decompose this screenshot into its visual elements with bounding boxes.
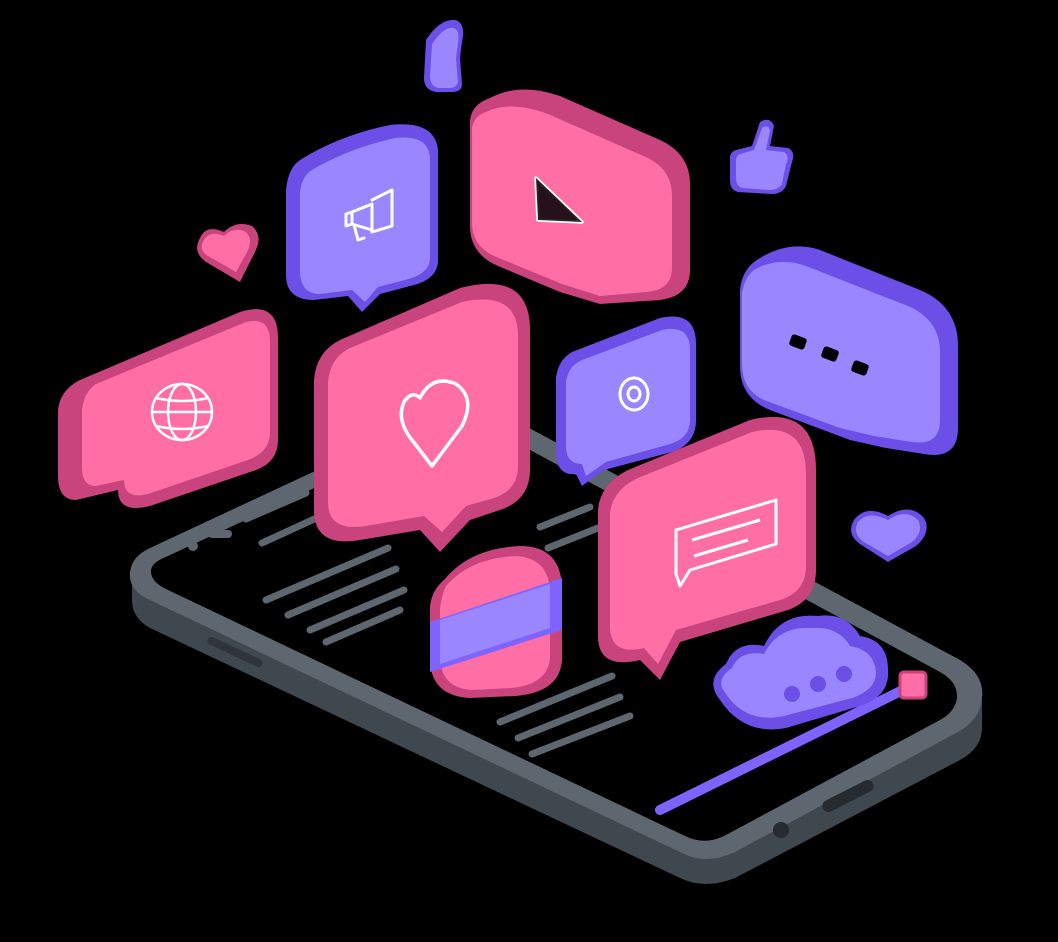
thumbs-up-icon (424, 19, 464, 93)
illustration-scene (0, 0, 1058, 942)
globe-bubble (58, 309, 278, 508)
megaphone-bubble (286, 124, 438, 313)
play-bubble (470, 89, 690, 304)
slider-knob (898, 670, 928, 700)
floating-heart-purple-icon (851, 509, 927, 562)
thumbs-up-small-icon (730, 119, 794, 194)
illustration-canvas (58, 19, 983, 884)
floating-heart-pink-icon (197, 224, 259, 282)
earpiece (208, 530, 232, 538)
camera-dot (188, 541, 198, 551)
headphone-jack (773, 822, 789, 838)
